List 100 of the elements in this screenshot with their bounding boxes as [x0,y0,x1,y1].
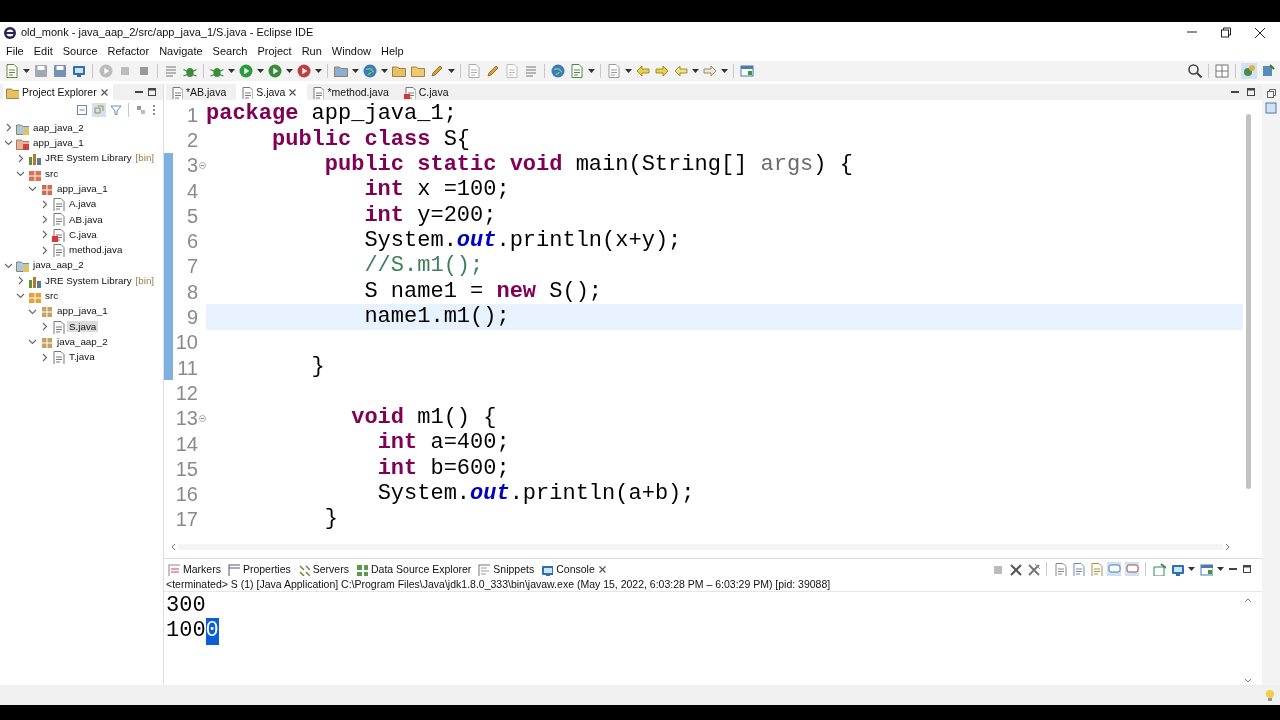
maximize-icon[interactable] [147,87,157,97]
grid-icon[interactable] [1214,63,1230,79]
menu-item[interactable]: Help [376,45,409,59]
remove-all-icon[interactable] [1026,562,1040,576]
kebab-menu-icon[interactable] [151,104,157,116]
pencil-icon[interactable] [485,63,501,79]
chevron-icon[interactable] [28,337,37,347]
chevron-icon[interactable] [40,352,49,362]
play-icon[interactable] [267,63,283,79]
tree-item[interactable]: src [43,167,61,180]
view-tab[interactable]: Servers [293,561,352,577]
chevron-icon[interactable] [40,214,49,224]
caret-icon[interactable] [286,69,293,73]
document-icon[interactable] [4,63,20,79]
view-tab[interactable]: Properties [223,561,294,577]
document-icon[interactable] [1089,562,1103,576]
caret-icon[interactable] [448,69,455,73]
caret-icon[interactable] [381,69,388,73]
tree-item[interactable]: T.java [67,351,97,363]
chevron-icon[interactable] [4,138,13,148]
caret-icon[interactable] [692,69,699,73]
tree-item[interactable]: app_java_1 [55,305,110,318]
editor-tab[interactable]: *AB.java [166,84,237,100]
view-tab[interactable]: Markers [164,561,224,577]
menu-item[interactable]: Source [57,45,103,59]
tree-item[interactable]: AB.java [67,213,105,226]
close-icon[interactable] [597,564,607,574]
menu-item[interactable]: Search [207,45,253,59]
folder-icon[interactable] [410,63,426,79]
caret-icon[interactable] [257,69,264,73]
horizontal-scrollbar[interactable] [170,542,1231,552]
close-icon[interactable] [99,87,109,97]
tree-item[interactable]: C.java [67,228,99,241]
chevron-icon[interactable] [40,322,49,331]
chevron-icon[interactable] [16,276,25,286]
chevron-icon[interactable] [28,184,37,194]
caret-icon[interactable] [315,69,322,73]
editor-tab[interactable]: *method.java [307,84,399,100]
menu-item[interactable]: Navigate [154,45,208,59]
tree-item[interactable]: S.java [67,320,99,333]
view-tab[interactable]: Snippets [474,561,538,577]
tree-item[interactable]: JRE System Library [43,152,134,165]
close-icon[interactable] [288,87,298,97]
menu-item[interactable]: Project [252,45,297,59]
view-tab[interactable]: Data Source Explorer [351,561,475,577]
chevron-icon[interactable] [16,291,25,301]
fold-icon[interactable] [198,161,206,169]
caret-icon[interactable] [721,69,728,73]
lightbulb-icon[interactable] [1264,689,1276,701]
maximize-icon[interactable] [1242,564,1252,574]
caret-icon[interactable] [1188,567,1195,571]
globe-icon[interactable] [362,63,378,79]
chevron-icon[interactable] [40,245,49,255]
scrollbar-thumb[interactable] [1245,114,1251,489]
document-icon[interactable] [1071,562,1085,576]
window-icon[interactable] [1199,562,1213,576]
search-icon[interactable] [1187,63,1203,79]
menu-item[interactable]: Window [326,45,376,59]
menu-item[interactable]: Refactor [102,45,155,59]
tree-item[interactable]: app_java_1 [55,182,110,195]
chevron-icon[interactable] [40,230,49,240]
editor-tab[interactable]: S.java [236,84,308,100]
document-icon[interactable] [569,63,585,79]
menu-item[interactable]: File [1,45,29,59]
caret-icon[interactable] [588,69,595,73]
tree-item[interactable]: A.java [67,198,99,210]
caret-icon[interactable] [228,69,235,73]
tree-item[interactable]: JRE System Library [43,274,134,287]
play-icon[interactable] [296,63,312,79]
remove-icon[interactable] [1008,562,1022,576]
filter-icon[interactable] [110,104,122,116]
tree-item[interactable]: aap_java_2 [31,121,86,134]
tree-item[interactable]: app_java_1 [31,137,86,149]
document-icon[interactable] [466,63,482,79]
fold-icon[interactable] [198,414,206,422]
monitor-icon[interactable] [71,63,87,79]
chevron-icon[interactable] [4,123,13,133]
caret-icon[interactable] [352,69,359,73]
play-icon[interactable] [238,63,254,79]
tree-item[interactable]: java_aap_2 [31,259,86,272]
tree-item[interactable]: java_aap_2 [55,335,110,348]
menu-item[interactable]: Run [296,45,327,59]
restore-icon[interactable] [1220,27,1232,39]
globe-icon[interactable] [550,63,566,79]
tree-item[interactable]: method.java [67,244,125,256]
document-icon[interactable] [1053,562,1067,576]
collapse-icon[interactable] [76,104,88,116]
close-icon[interactable] [1254,27,1266,39]
menu-item[interactable]: Edit [28,45,58,59]
window-icon[interactable] [739,63,755,79]
caret-icon[interactable] [1217,567,1224,571]
caret-icon[interactable] [625,69,632,73]
maximize-icon[interactable] [1246,87,1256,97]
tree-item[interactable]: src [43,290,61,302]
arrow-icon[interactable] [654,63,670,79]
caret-icon[interactable] [23,69,30,73]
chevron-icon[interactable] [16,169,25,179]
editor-tab[interactable]: C.java [398,84,459,100]
chevron-icon[interactable] [40,199,49,209]
chevron-icon[interactable] [16,153,25,163]
